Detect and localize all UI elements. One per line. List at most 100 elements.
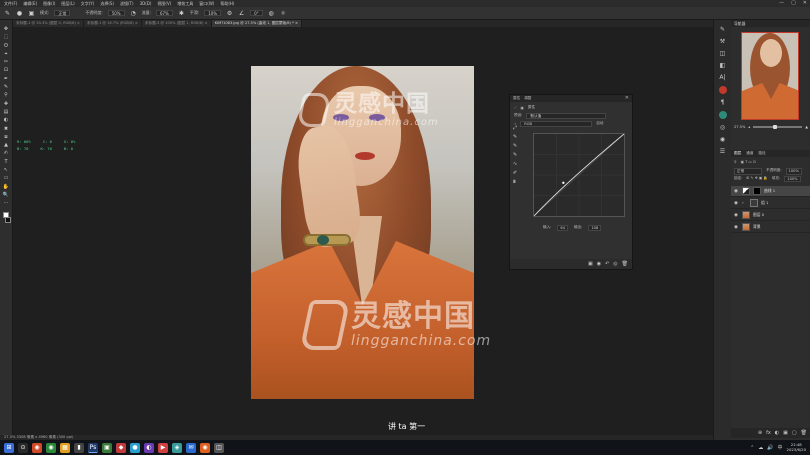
menu-item-1[interactable]: 编辑(E) — [23, 0, 37, 7]
tool-icon-3[interactable]: ⌖ — [2, 51, 11, 57]
opacity-field[interactable]: 50% — [107, 10, 125, 16]
filter-kind-icon[interactable]: ⚲ — [734, 160, 737, 164]
pressure-opacity-icon[interactable]: ◔ — [130, 10, 137, 17]
layer-mask-thumbnail[interactable] — [753, 187, 761, 195]
view-previous-icon[interactable]: ◉ — [597, 261, 601, 267]
delete-layer-icon[interactable]: 🗑 — [801, 430, 807, 436]
taskbar-app-icon-0[interactable]: ⊞ — [4, 442, 14, 453]
taskbar-app-icon-15[interactable]: ◫ — [214, 442, 224, 453]
dock-icon-1[interactable]: ⚒ — [720, 38, 725, 45]
filter-icons[interactable]: ▣ T ▭ ⊡ — [741, 160, 756, 164]
tool-icon-20[interactable]: 🔍 — [2, 192, 11, 198]
taskbar-app-icon-1[interactable]: ⊙ — [18, 442, 28, 453]
on-image-adjust-icon[interactable]: ⤢ — [513, 125, 517, 131]
color-badge-icon[interactable] — [718, 86, 727, 94]
menu-item-3[interactable]: 图层(L) — [61, 0, 74, 7]
chevron-icon[interactable]: › — [742, 201, 747, 206]
layer-row[interactable]: ◉ 背景 — [731, 222, 810, 233]
fx-icon[interactable]: fx — [766, 430, 771, 436]
preset-select[interactable]: 默认值 — [526, 113, 607, 119]
visibility-icon[interactable]: ◎ — [613, 261, 617, 267]
dock-icon-4[interactable]: A| — [719, 74, 725, 81]
tool-icon-17[interactable]: ↖ — [2, 167, 11, 173]
layer-opacity-field[interactable]: 100% — [785, 168, 802, 175]
taskbar-app-icon-11[interactable]: ▶ — [158, 442, 168, 453]
input-field[interactable]: 64 — [557, 225, 568, 231]
taskbar-app-icon-2[interactable]: ◉ — [32, 442, 42, 453]
menu-item-11[interactable]: 帮助(H) — [220, 0, 234, 7]
taskbar-app-icon-10[interactable]: ◐ — [144, 442, 154, 453]
dock-icon-5[interactable]: ¶ — [721, 99, 725, 106]
tool-icon-14[interactable]: ▲ — [2, 142, 11, 148]
new-adjustment-icon[interactable]: ▣ — [783, 430, 788, 436]
output-field[interactable]: 108 — [588, 225, 602, 231]
mask-icon[interactable]: ▣ — [521, 106, 524, 110]
angle-field[interactable]: 0° — [250, 10, 263, 16]
dock-icon-3[interactable]: ◧ — [720, 62, 726, 69]
zoom-in-icon[interactable]: ▲ — [805, 125, 808, 129]
brush-preset-icon[interactable]: ● — [16, 10, 23, 17]
tool-icon-21[interactable]: ⋯ — [2, 200, 11, 206]
smooth-field[interactable]: 10% — [204, 10, 222, 16]
black-point-eyedropper-icon[interactable]: ✎ — [513, 134, 517, 140]
menu-item-9[interactable]: 增效工具 — [177, 0, 193, 7]
zoom-slider[interactable] — [753, 124, 803, 129]
tool-icon-0[interactable]: ✥ — [2, 26, 11, 32]
maximize-icon[interactable]: ▢ — [791, 0, 796, 7]
add-mask-icon[interactable]: ◐ — [775, 430, 779, 436]
eye-icon[interactable]: ◉ — [734, 213, 739, 218]
zoom-value[interactable]: 27.5% — [734, 125, 745, 129]
tray-icon-2[interactable]: 🔊 — [767, 445, 773, 451]
menu-item-6[interactable]: 滤镜(T) — [120, 0, 134, 7]
tray-icon-1[interactable]: ☁ — [758, 445, 763, 451]
document-tab-0[interactable]: 未标题-1 @ 33.3% (图层 0, RGB/8) × — [13, 20, 84, 27]
pressure-size-icon[interactable]: ◍ — [268, 10, 275, 17]
tray-icon-0[interactable]: ⌃ — [750, 445, 754, 451]
curve-edit-icon[interactable]: ∿ — [513, 161, 517, 167]
reset-icon[interactable]: ↶ — [605, 261, 609, 267]
swatch-badge-icon[interactable] — [718, 111, 727, 119]
layers-tab-1[interactable]: 通道 — [746, 150, 753, 157]
taskbar-app-icon-6[interactable]: Ps — [88, 442, 98, 453]
tab-properties[interactable]: 属性 — [513, 96, 520, 101]
menu-item-2[interactable]: 图像(I) — [43, 0, 55, 7]
clock[interactable]: 22:48 2023/6/20 — [787, 442, 806, 452]
clip-to-layer-icon[interactable]: ▣ — [588, 261, 593, 267]
close-icon[interactable]: ✕ — [625, 95, 629, 102]
navigator-thumbnail[interactable] — [741, 32, 799, 120]
layer-row[interactable]: ◉ › 组 1 — [731, 198, 810, 209]
curve-graph-svg[interactable] — [534, 134, 624, 216]
pencil-draw-icon[interactable]: ✐ — [513, 170, 517, 176]
document-image[interactable] — [251, 66, 474, 399]
taskbar-app-icon-14[interactable]: ◉ — [200, 442, 210, 453]
tool-icon-4[interactable]: ✂ — [2, 59, 11, 65]
taskbar-app-icon-9[interactable]: ● — [130, 442, 140, 453]
taskbar-app-icon-3[interactable]: ◉ — [46, 442, 56, 453]
navigator-tab[interactable]: 导航器 — [731, 20, 810, 27]
tool-icon-13[interactable]: ⧈ — [2, 134, 11, 140]
curve-graph[interactable] — [533, 133, 625, 217]
flow-field[interactable]: 67% — [155, 10, 173, 16]
minimize-icon[interactable]: — — [779, 0, 784, 7]
layers-tab-0[interactable]: 图层 — [734, 150, 741, 157]
taskbar-app-icon-4[interactable]: ▦ — [60, 442, 70, 453]
dock-icon-7[interactable]: ◉ — [720, 136, 725, 143]
taskbar-app-icon-13[interactable]: ✉ — [186, 442, 196, 453]
layer-row[interactable]: ◉ 曲线 1 — [731, 186, 810, 197]
background-color-swatch[interactable] — [5, 216, 11, 223]
dock-icon-2[interactable]: ◫ — [720, 50, 726, 57]
layer-row[interactable]: ◉ 图层 0 — [731, 210, 810, 221]
tool-icon-12[interactable]: ✖ — [2, 126, 11, 132]
dock-icon-8[interactable]: ☰ — [720, 148, 725, 155]
white-point-eyedropper-icon[interactable]: ✎ — [513, 152, 517, 158]
tool-icon-10[interactable]: ▤ — [2, 109, 11, 115]
zoom-slider-knob[interactable] — [772, 124, 777, 129]
tool-icon-6[interactable]: ✒ — [2, 76, 11, 82]
brush-settings-icon[interactable]: ▣ — [28, 10, 35, 17]
menu-item-10[interactable]: 窗口(W) — [199, 0, 214, 7]
tool-icon-16[interactable]: T — [2, 159, 11, 165]
tool-icon-2[interactable]: ʘ — [2, 43, 11, 49]
taskbar-app-icon-8[interactable]: ◆ — [116, 442, 126, 453]
taskbar-app-icon-5[interactable]: ▮ — [74, 442, 84, 453]
menu-item-0[interactable]: 文件(F) — [4, 0, 17, 7]
